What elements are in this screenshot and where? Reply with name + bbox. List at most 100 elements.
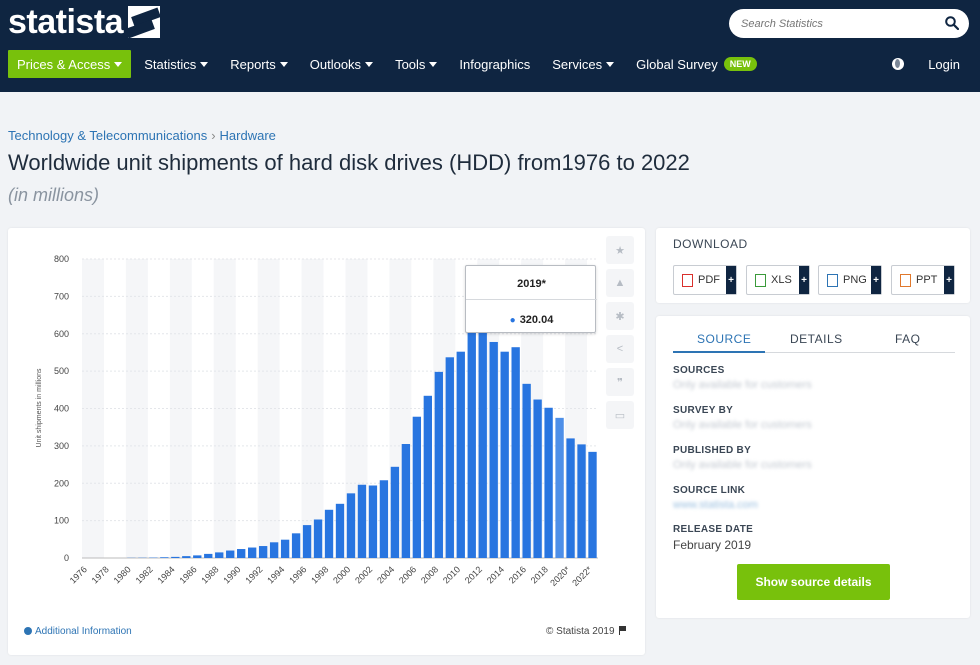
nav-infographics[interactable]: Infographics	[459, 50, 530, 78]
bar-1999[interactable]	[335, 503, 345, 558]
additional-information-label: Additional Information	[35, 626, 132, 637]
page-subtitle: (in millions)	[8, 185, 100, 205]
additional-information-link[interactable]: Additional Information	[24, 626, 132, 637]
y-tick-label: 200	[54, 478, 69, 488]
bar-1995[interactable]	[291, 533, 301, 558]
bar-1992[interactable]	[258, 546, 268, 558]
download-xls-button[interactable]: XLS +	[746, 265, 810, 295]
bar-2005[interactable]	[401, 444, 411, 558]
bar-2002[interactable]	[368, 485, 378, 558]
bar-2009[interactable]	[445, 357, 454, 558]
bar-2008[interactable]	[434, 371, 443, 558]
nav-services[interactable]: Services	[552, 50, 615, 78]
active-tab-underline	[673, 351, 765, 353]
nav-tools[interactable]: Tools	[395, 50, 438, 78]
bar-2012[interactable]	[478, 324, 487, 558]
bar-2017[interactable]	[533, 399, 542, 558]
bar-1989[interactable]	[226, 550, 235, 558]
bar-1996[interactable]	[302, 525, 312, 558]
bar-1997[interactable]	[313, 519, 323, 558]
nav-global-survey[interactable]: Global Survey NEW	[636, 50, 757, 78]
globe-icon[interactable]	[892, 58, 905, 70]
share-icon[interactable]: <	[606, 335, 634, 363]
flag-icon[interactable]	[618, 626, 627, 635]
main-nav: Prices & Access Statistics Reports Outlo…	[8, 50, 779, 78]
nav-label: Global Survey	[636, 56, 718, 72]
bell-icon[interactable]: ▲	[606, 269, 634, 297]
bar-2021*[interactable]	[577, 444, 586, 558]
source-card: SOURCE DETAILS FAQ SOURCES Only availabl…	[656, 316, 970, 618]
bar-2007[interactable]	[423, 395, 433, 558]
bar-2019*[interactable]	[555, 417, 564, 558]
x-tick-label: 2014	[485, 564, 506, 585]
star-icon[interactable]: ★	[606, 236, 634, 264]
bar-2013[interactable]	[489, 341, 498, 558]
nav-right: Login	[892, 50, 960, 78]
bar-2011[interactable]	[467, 315, 476, 558]
statista-logo[interactable]: statista	[8, 3, 161, 41]
search-icon[interactable]	[945, 16, 959, 30]
bar-2016[interactable]	[522, 383, 531, 558]
x-tick-label: 1998	[309, 564, 330, 585]
gear-icon[interactable]: ✱	[606, 302, 634, 330]
search-input[interactable]	[741, 15, 931, 32]
bar-1983[interactable]	[160, 557, 169, 558]
bar-2014[interactable]	[500, 351, 509, 558]
nav-outlooks[interactable]: Outlooks	[309, 50, 374, 78]
print-icon[interactable]: ▭	[606, 401, 634, 429]
bar-1988[interactable]	[215, 552, 224, 558]
nav-label: Outlooks	[309, 56, 362, 72]
nav-label: Tools	[395, 56, 426, 72]
quote-icon[interactable]: ❞	[606, 368, 634, 396]
download-pdf-button[interactable]: PDF +	[673, 265, 737, 295]
download-png-button[interactable]: PNG +	[818, 265, 882, 295]
bar-1993[interactable]	[269, 542, 279, 558]
source-link-value[interactable]: www.statista.com	[673, 499, 758, 511]
bar-2006[interactable]	[412, 416, 422, 558]
nav-label: Services	[552, 56, 603, 72]
y-tick-label: 600	[54, 329, 69, 339]
bar-2003[interactable]	[379, 480, 389, 558]
chevron-down-icon	[200, 61, 209, 67]
bar-2022*[interactable]	[588, 451, 597, 558]
nav-statistics[interactable]: Statistics	[144, 50, 209, 78]
nav-reports[interactable]: Reports	[230, 50, 288, 78]
bar-2018[interactable]	[544, 407, 553, 558]
background-band	[169, 259, 192, 558]
breadcrumb-category-link[interactable]: Technology & Telecommunications	[8, 128, 207, 143]
bar-1994[interactable]	[280, 539, 290, 558]
bar-1986[interactable]	[193, 555, 202, 558]
bar-2000[interactable]	[346, 493, 356, 558]
bar-1991[interactable]	[247, 547, 257, 558]
bar-1984[interactable]	[171, 556, 180, 558]
bar-1998[interactable]	[324, 509, 334, 558]
show-source-details-button[interactable]: Show source details	[737, 564, 890, 600]
download-png-label: PNG	[843, 274, 867, 286]
login-link[interactable]: Login	[928, 57, 960, 72]
tab-source[interactable]: SOURCE	[697, 332, 751, 346]
bar-1985[interactable]	[182, 556, 191, 558]
tab-faq[interactable]: FAQ	[895, 332, 921, 346]
x-tick-label: 1982	[134, 564, 155, 585]
x-tick-label: 1988	[199, 564, 220, 585]
bar-2001[interactable]	[357, 484, 367, 558]
x-tick-label: 1980	[112, 564, 133, 585]
download-ppt-button[interactable]: PPT +	[891, 265, 955, 295]
tab-details[interactable]: DETAILS	[790, 332, 843, 346]
x-tick-label: 2012	[463, 564, 484, 585]
source-link-label: SOURCE LINK	[673, 485, 746, 496]
bar-2010[interactable]	[456, 351, 465, 558]
bar-1987[interactable]	[204, 553, 213, 558]
bar-2015[interactable]	[511, 347, 520, 558]
x-tick-label: 2022*	[570, 564, 594, 588]
pdf-file-icon	[682, 273, 693, 287]
background-band	[82, 259, 104, 558]
chart-card: 0 100 200 300 400 500 600 700 800 1976 1978 1980 19…	[8, 228, 645, 655]
bar-2020*[interactable]	[566, 438, 575, 558]
breadcrumb-subcategory-link[interactable]: Hardware	[220, 128, 276, 143]
bar-1990[interactable]	[237, 549, 246, 558]
x-tick-label: 1992	[243, 564, 264, 585]
nav-prices-access[interactable]: Prices & Access	[8, 50, 132, 78]
y-axis-label: Unit shipments in millions	[36, 368, 43, 447]
bar-2004[interactable]	[390, 466, 400, 558]
